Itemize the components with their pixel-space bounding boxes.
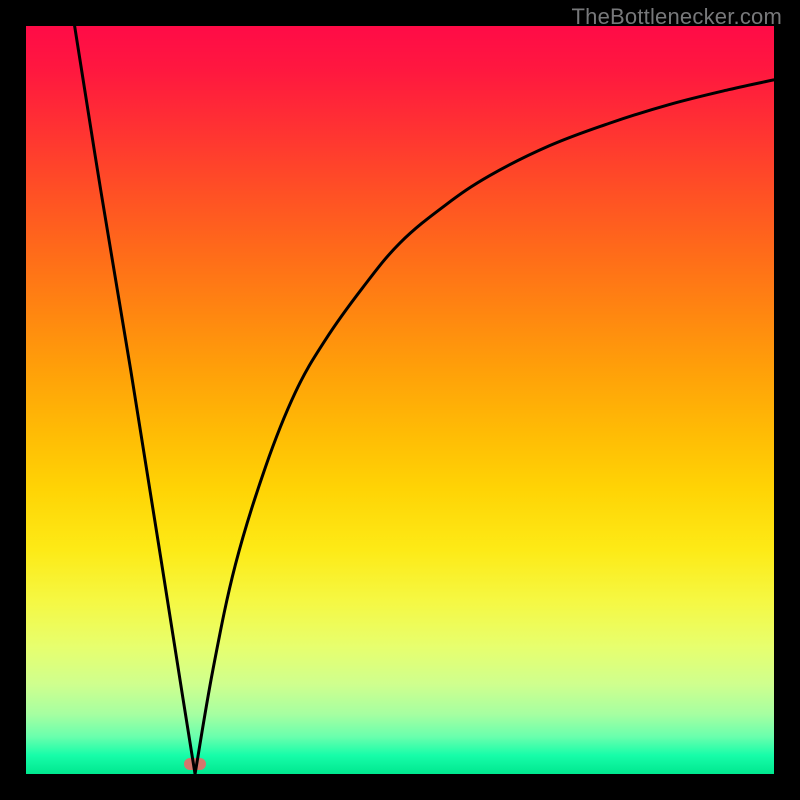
curve-layer [26, 26, 774, 774]
plot-area [26, 26, 774, 774]
watermark-text: TheBottlenecker.com [572, 4, 782, 30]
curve-right [195, 80, 774, 774]
chart-stage: TheBottlenecker.com [0, 0, 800, 800]
curve-left [75, 26, 195, 774]
